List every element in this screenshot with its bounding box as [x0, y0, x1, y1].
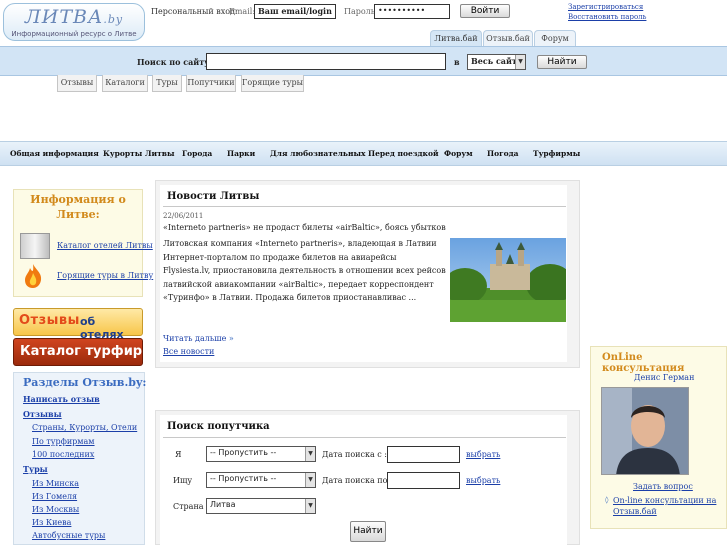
date-to-input[interactable]	[387, 472, 460, 489]
tours-minsk-link[interactable]: Из Минска	[32, 479, 79, 488]
subtab-tury[interactable]: Туры	[152, 75, 182, 92]
tour-firms-banner-text: Каталог турфирм	[20, 344, 153, 359]
read-more-link[interactable]: Читать дальше »	[163, 334, 234, 343]
companion-i-label: Я	[175, 450, 182, 459]
search-label: Поиск по сайту:	[137, 57, 213, 67]
companion-search-button[interactable]: Найти	[350, 521, 386, 542]
tours-gomel-link[interactable]: Из Гомеля	[32, 492, 77, 501]
nav-resorts[interactable]: Курорты Литвы	[103, 149, 174, 158]
news-photo	[450, 238, 566, 322]
password-label: Пароль:	[344, 7, 378, 16]
reviews-countries-link[interactable]: Страны, Курорты, Отели	[32, 423, 137, 432]
search-button[interactable]: Найти	[537, 55, 587, 69]
sections-title: Разделы Отзыв.by:	[23, 376, 147, 389]
subtab-poputchiki[interactable]: Попутчики	[186, 75, 236, 92]
chevron-down-icon: ▼	[515, 55, 525, 69]
tab-litva[interactable]: Литва.бай	[430, 30, 482, 46]
tours-moscow-link[interactable]: Из Москвы	[32, 505, 79, 514]
country-select[interactable]: Литва ▼	[206, 498, 316, 514]
subtab-otzyvy[interactable]: Отзывы	[57, 75, 97, 92]
site-logo[interactable]: ЛИТВА.by Информационный ресурс о Литве	[3, 3, 145, 41]
search-scope-value: Весь сайт	[471, 56, 517, 66]
login-button[interactable]: Войти	[460, 4, 510, 18]
companion-i-value: -- Пропустить --	[210, 448, 277, 457]
tours-heading-link[interactable]: Туры	[23, 464, 48, 474]
reviews-last-100-link[interactable]: 100 последних	[32, 450, 94, 459]
email-label: Email:	[229, 7, 256, 16]
date-from-input[interactable]	[387, 446, 460, 463]
companion-seek-select[interactable]: -- Пропустить -- ▼	[206, 472, 316, 488]
date-from-label: Дата поиска с :	[322, 450, 388, 459]
logo-name: ЛИТВА.by	[24, 6, 124, 28]
nav-cities[interactable]: Города	[182, 149, 212, 158]
date-from-pick-link[interactable]: выбрать	[466, 450, 500, 459]
restore-password-link[interactable]: Восстановить пароль	[568, 13, 646, 21]
country-label: Страна	[173, 502, 204, 511]
nav-before-trip[interactable]: Перед поездкой	[368, 149, 439, 158]
email-field[interactable]: Ваш email/login	[254, 4, 336, 19]
hotel-catalog-link[interactable]: Каталог отелей Литвы	[57, 241, 153, 250]
search-scope-select[interactable]: Весь сайт ▼	[467, 54, 526, 70]
nav-weather[interactable]: Погода	[487, 149, 519, 158]
diamond-bullet-icon: ◊	[605, 496, 609, 504]
subtab-katalogi[interactable]: Каталоги	[102, 75, 148, 92]
chevron-down-icon: ▼	[305, 499, 315, 513]
login-label: Персональный вход:	[151, 7, 238, 16]
write-review-link[interactable]: Написать отзыв	[23, 394, 100, 404]
consultant-name: Денис Герман	[634, 373, 695, 382]
date-to-pick-link[interactable]: выбрать	[466, 476, 500, 485]
tour-firms-banner[interactable]: Каталог турфирм	[13, 338, 153, 366]
consult-info-link[interactable]: On-line консультации на Отзыв.бай	[613, 495, 723, 517]
tab-forum[interactable]: Форум	[534, 30, 576, 46]
companion-seek-value: -- Пропустить --	[210, 474, 277, 483]
logo-subtitle: Информационный ресурс о Литве	[11, 30, 137, 38]
password-field[interactable]: ••••••••••	[374, 4, 450, 19]
read-more-text: Читать дальше	[163, 334, 227, 343]
chevron-down-icon: ▼	[305, 473, 315, 487]
double-chevron-right-icon: »	[228, 334, 234, 343]
tab-otzyv[interactable]: Отзыв.бай	[483, 30, 533, 46]
companion-seek-label: Ищу	[173, 476, 193, 485]
date-to-label: Дата поиска по:	[322, 476, 391, 485]
subtab-goryashchie-tury[interactable]: Горящие туры	[241, 75, 304, 92]
hotel-catalog-icon	[20, 233, 50, 259]
reviews-banner[interactable]: Отзывы об отелях	[13, 308, 143, 341]
nav-parks[interactable]: Парки	[227, 149, 255, 158]
reviews-heading-link[interactable]: Отзывы	[23, 409, 62, 419]
chevron-down-icon: ▼	[305, 447, 315, 461]
search-in-label: в	[454, 57, 460, 67]
register-link[interactable]: Зарегистрироваться	[568, 3, 643, 11]
all-news-link[interactable]: Все новости	[163, 347, 214, 356]
consult-title: OnLine консультация	[602, 352, 685, 374]
nav-forum[interactable]: Форум	[444, 149, 473, 158]
country-value: Литва	[210, 500, 236, 509]
companion-title: Поиск попутчика	[167, 421, 270, 432]
hot-tours-link[interactable]: Горящие туры в Литву	[57, 271, 153, 280]
ask-question-link[interactable]: Задать вопрос	[633, 482, 693, 491]
fire-icon	[22, 263, 44, 289]
news-body: Литовская компания «Internetо partneris»…	[163, 239, 446, 302]
news-title: Новости Литвы	[167, 191, 260, 202]
nav-general-info[interactable]: Общая информация	[10, 149, 99, 158]
consultant-avatar	[601, 387, 689, 475]
news-date: 22/06/2011	[163, 212, 204, 220]
tours-kiev-link[interactable]: Из Киева	[32, 518, 71, 527]
news-headline[interactable]: «Internetо partneris» не продаст билеты …	[163, 223, 446, 232]
reviews-banner-word1: Отзывы	[19, 313, 80, 328]
nav-curious[interactable]: Для любознательных	[270, 149, 366, 158]
news-divider	[163, 206, 566, 207]
companion-i-select[interactable]: -- Пропустить -- ▼	[206, 446, 316, 462]
nav-tour-firms[interactable]: Турфирмы	[533, 149, 580, 158]
info-title: Информация о Литве:	[30, 193, 126, 221]
companion-divider	[163, 437, 566, 438]
tours-bus-link[interactable]: Автобусные туры	[32, 531, 105, 540]
reviews-tour-firms-link[interactable]: По турфирмам	[32, 437, 95, 446]
search-input[interactable]	[206, 53, 446, 70]
